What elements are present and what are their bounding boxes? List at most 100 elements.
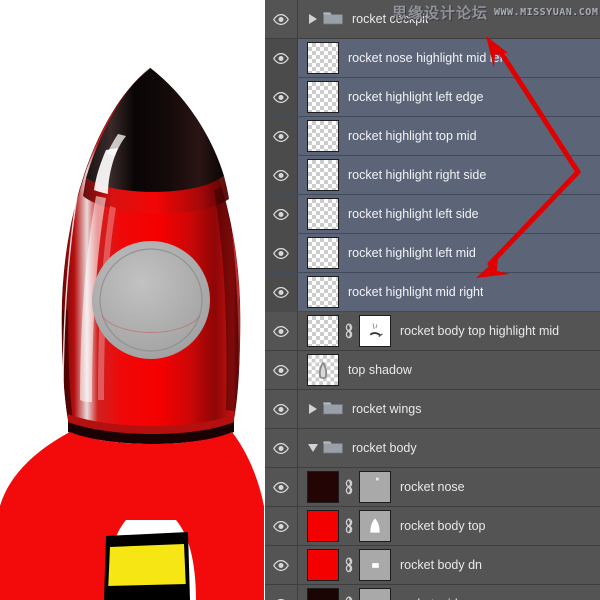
- layer-row-content[interactable]: rocket mid: [298, 585, 600, 600]
- link-chain-icon[interactable]: [339, 518, 359, 534]
- eye-icon[interactable]: [273, 482, 289, 493]
- layer-row-content[interactable]: rocket body top highlight mid: [298, 312, 600, 350]
- layer-thumbnail[interactable]: [307, 159, 339, 191]
- layer-name-label[interactable]: rocket body top highlight mid: [400, 324, 559, 338]
- layer-thumbnail[interactable]: [307, 510, 339, 542]
- layer-row[interactable]: rocket body top: [265, 507, 600, 546]
- link-chain-icon[interactable]: [339, 596, 359, 600]
- layer-row-content[interactable]: rocket highlight left edge: [298, 78, 600, 116]
- layer-visibility-toggle[interactable]: [265, 507, 298, 545]
- layer-name-label[interactable]: rocket highlight left edge: [348, 90, 484, 104]
- eye-icon[interactable]: [273, 131, 289, 142]
- eye-icon[interactable]: [273, 326, 289, 337]
- link-chain-icon[interactable]: [343, 518, 355, 534]
- layer-name-label[interactable]: rocket highlight top mid: [348, 129, 477, 143]
- link-chain-icon[interactable]: [343, 479, 355, 495]
- layer-name-label[interactable]: rocket highlight left side: [348, 207, 479, 221]
- layer-name-label[interactable]: rocket body dn: [400, 558, 482, 572]
- layer-name-label[interactable]: rocket nose highlight mid left: [348, 51, 506, 65]
- layer-row-content[interactable]: rocket nose: [298, 468, 600, 506]
- layer-thumbnail[interactable]: [307, 237, 339, 269]
- layer-row[interactable]: rocket highlight top mid: [265, 117, 600, 156]
- layer-row[interactable]: rocket highlight right side: [265, 156, 600, 195]
- layer-mask-thumbnail[interactable]: [359, 588, 391, 600]
- eye-icon[interactable]: [273, 521, 289, 532]
- layer-name-label[interactable]: rocket body: [352, 441, 417, 455]
- layer-thumbnail[interactable]: [307, 315, 339, 347]
- eye-icon[interactable]: [273, 365, 289, 376]
- layer-row-content[interactable]: rocket body: [298, 429, 600, 467]
- layer-mask-thumbnail[interactable]: [359, 471, 391, 503]
- layer-name-label[interactable]: rocket highlight mid right: [348, 285, 483, 299]
- layer-thumbnail[interactable]: [307, 42, 339, 74]
- layer-row-content[interactable]: rocket body dn: [298, 546, 600, 584]
- layer-mask-thumbnail[interactable]: [359, 315, 391, 347]
- layer-visibility-toggle[interactable]: [265, 390, 298, 428]
- chevron-down-icon[interactable]: [305, 444, 321, 452]
- layer-row-content[interactable]: rocket cockpit: [298, 0, 600, 38]
- layer-name-label[interactable]: rocket body top: [400, 519, 485, 533]
- layer-row[interactable]: top shadow: [265, 351, 600, 390]
- eye-icon[interactable]: [273, 14, 289, 25]
- layer-visibility-toggle[interactable]: [265, 117, 298, 155]
- layers-panel[interactable]: rocket cockpit rocket nose highlight mid …: [265, 0, 600, 600]
- layer-row-content[interactable]: rocket highlight mid right: [298, 273, 600, 311]
- layer-row-content[interactable]: rocket wings: [298, 390, 600, 428]
- layer-row-content[interactable]: top shadow: [298, 351, 600, 389]
- eye-icon[interactable]: [273, 287, 289, 298]
- layer-thumbnail[interactable]: [307, 354, 339, 386]
- layer-mask-thumbnail[interactable]: [359, 549, 391, 581]
- layer-visibility-toggle[interactable]: [265, 273, 298, 311]
- link-chain-icon[interactable]: [339, 479, 359, 495]
- link-chain-icon[interactable]: [343, 557, 355, 573]
- layer-thumbnail[interactable]: [307, 198, 339, 230]
- layer-row[interactable]: rocket nose: [265, 468, 600, 507]
- layer-thumbnail[interactable]: [307, 81, 339, 113]
- layer-mask-thumbnail[interactable]: [359, 549, 391, 581]
- link-chain-icon[interactable]: [343, 323, 355, 339]
- layer-row[interactable]: rocket highlight left edge: [265, 78, 600, 117]
- document-canvas[interactable]: [0, 0, 265, 600]
- layer-visibility-toggle[interactable]: [265, 39, 298, 77]
- layer-visibility-toggle[interactable]: [265, 0, 298, 38]
- layer-mask-thumbnail[interactable]: [359, 315, 391, 347]
- layer-thumbnail[interactable]: [307, 588, 339, 600]
- layer-name-label[interactable]: rocket wings: [352, 402, 421, 416]
- link-chain-icon[interactable]: [343, 596, 355, 600]
- layer-row-content[interactable]: rocket highlight left mid: [298, 234, 600, 272]
- layer-mask-thumbnail[interactable]: [359, 510, 391, 542]
- layer-mask-thumbnail[interactable]: [359, 471, 391, 503]
- layer-row[interactable]: rocket mid: [265, 585, 600, 600]
- link-chain-icon[interactable]: [339, 557, 359, 573]
- eye-icon[interactable]: [273, 170, 289, 181]
- layer-row[interactable]: rocket nose highlight mid left: [265, 39, 600, 78]
- layer-thumbnail[interactable]: [307, 471, 339, 503]
- layer-visibility-toggle[interactable]: [265, 351, 298, 389]
- layer-row[interactable]: rocket highlight left side: [265, 195, 600, 234]
- layer-thumbnail[interactable]: [307, 549, 339, 581]
- layer-row-content[interactable]: rocket highlight top mid: [298, 117, 600, 155]
- layer-row[interactable]: rocket highlight left mid: [265, 234, 600, 273]
- chevron-right-icon[interactable]: [305, 404, 321, 414]
- layer-row-content[interactable]: rocket body top: [298, 507, 600, 545]
- layer-visibility-toggle[interactable]: [265, 546, 298, 584]
- layer-visibility-toggle[interactable]: [265, 156, 298, 194]
- layer-row-content[interactable]: rocket highlight left side: [298, 195, 600, 233]
- layer-thumbnail[interactable]: [307, 120, 339, 152]
- layer-name-label[interactable]: top shadow: [348, 363, 412, 377]
- layer-name-label[interactable]: rocket cockpit: [352, 12, 428, 26]
- layer-visibility-toggle[interactable]: [265, 468, 298, 506]
- layer-visibility-toggle[interactable]: [265, 78, 298, 116]
- chevron-right-icon[interactable]: [305, 14, 321, 24]
- layer-row[interactable]: rocket body: [265, 429, 600, 468]
- layer-row[interactable]: rocket body top highlight mid: [265, 312, 600, 351]
- layer-name-label[interactable]: rocket highlight left mid: [348, 246, 476, 260]
- layer-row-content[interactable]: rocket highlight right side: [298, 156, 600, 194]
- layer-row[interactable]: rocket wings: [265, 390, 600, 429]
- layer-visibility-toggle[interactable]: [265, 234, 298, 272]
- layer-visibility-toggle[interactable]: [265, 585, 298, 600]
- layer-mask-thumbnail[interactable]: [359, 510, 391, 542]
- eye-icon[interactable]: [273, 560, 289, 571]
- layer-visibility-toggle[interactable]: [265, 312, 298, 350]
- layer-thumbnail[interactable]: [307, 276, 339, 308]
